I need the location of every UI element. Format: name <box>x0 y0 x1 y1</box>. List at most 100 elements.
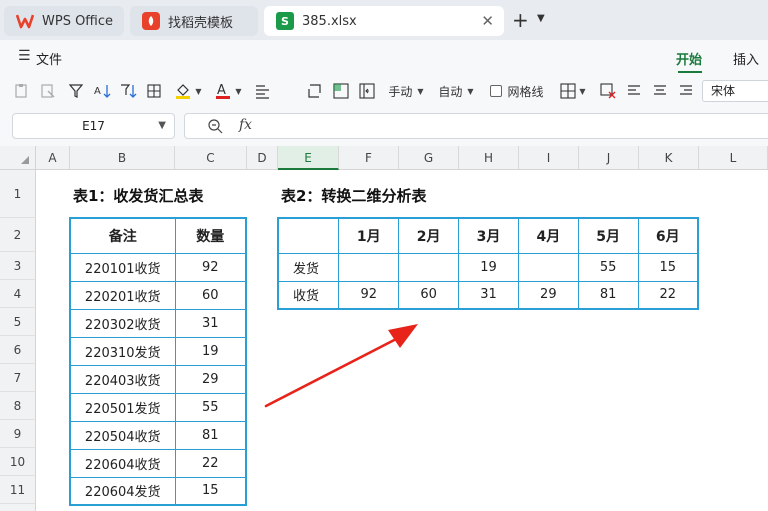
table2-cell[interactable]: 81 <box>577 280 639 310</box>
column-header-c[interactable]: C <box>175 146 247 170</box>
table1-cell[interactable]: 220604发货 <box>69 476 176 506</box>
sort-filter-icon[interactable] <box>118 80 140 102</box>
column-header-l[interactable]: L <box>699 146 768 170</box>
table2-header-cell[interactable]: 6月 <box>637 217 699 254</box>
table-style-icon[interactable] <box>330 80 352 102</box>
chevron-down-icon[interactable]: ▼ <box>537 13 545 24</box>
row-header-7[interactable]: 7 <box>0 364 36 392</box>
select-all-corner[interactable] <box>0 146 36 170</box>
new-tab-plus-icon[interactable]: + <box>512 8 529 32</box>
formula-input[interactable]: fx <box>184 113 768 139</box>
table1-header-cell[interactable]: 备注 <box>69 217 176 254</box>
table2-header-cell[interactable]: 2月 <box>398 217 460 254</box>
table1-cell[interactable]: 220201收货 <box>69 280 176 310</box>
align-left-icon[interactable] <box>624 80 644 102</box>
table1-header-cell[interactable]: 数量 <box>174 217 247 254</box>
convert-icon[interactable] <box>304 80 326 102</box>
table1-cell[interactable]: 220604收货 <box>69 448 176 478</box>
tab-385-xlsx[interactable]: S 385.xlsx ✕ <box>264 6 504 36</box>
sort-ascending-icon[interactable]: A <box>92 80 114 102</box>
table2-header-cell[interactable]: 1月 <box>338 217 400 254</box>
menu-tab-insert[interactable]: 插入 <box>733 49 759 68</box>
borders-icon[interactable] <box>144 80 164 102</box>
freeze-panes-icon[interactable] <box>356 80 378 102</box>
table1-cell[interactable]: 22 <box>174 448 247 478</box>
menu-file[interactable]: 文件 <box>36 49 62 68</box>
table1-cell[interactable]: 81 <box>174 420 247 450</box>
name-box[interactable]: E17 ▼ <box>12 113 175 139</box>
column-header-g[interactable]: G <box>399 146 459 170</box>
table2-header-cell[interactable]: 4月 <box>517 217 579 254</box>
column-header-b[interactable]: B <box>70 146 175 170</box>
font-color-icon[interactable]: A ▼ <box>212 80 244 102</box>
tab-docer-templates[interactable]: 找稻壳模板 <box>130 6 258 36</box>
table1-cell[interactable]: 220101收货 <box>69 252 176 282</box>
row-header-6[interactable]: 6 <box>0 336 36 364</box>
table1-cell[interactable]: 29 <box>174 364 247 394</box>
column-header-e[interactable]: E <box>278 146 339 170</box>
table2-cell[interactable] <box>338 252 400 282</box>
table1-cell[interactable]: 220501发货 <box>69 392 176 422</box>
clear-format-icon[interactable] <box>598 80 618 102</box>
table2-cell[interactable]: 92 <box>338 280 400 310</box>
fill-color-icon[interactable]: ▼ <box>172 80 204 102</box>
table2-header-cell[interactable]: 3月 <box>458 217 519 254</box>
table1-cell[interactable]: 31 <box>174 308 247 338</box>
hamburger-menu-icon[interactable]: ☰ <box>18 48 31 64</box>
table2-row-label[interactable]: 发货 <box>277 252 340 282</box>
table1-cell[interactable]: 15 <box>174 476 247 506</box>
paste-values-icon[interactable] <box>12 80 32 102</box>
table2-cell[interactable]: 29 <box>517 280 579 310</box>
filter-icon[interactable] <box>66 80 86 102</box>
row-header-12-partial[interactable] <box>0 504 36 511</box>
close-tab-icon[interactable]: ✕ <box>481 12 494 30</box>
checkbox-unchecked[interactable] <box>490 85 503 97</box>
table2-title[interactable]: 表2：转换二维分析表 <box>281 185 426 206</box>
row-header-4[interactable]: 4 <box>0 280 36 308</box>
column-header-i[interactable]: I <box>519 146 579 170</box>
table2-cell[interactable]: 55 <box>577 252 639 282</box>
table1-cell[interactable]: 55 <box>174 392 247 422</box>
chevron-down-icon[interactable]: ▼ <box>158 114 166 138</box>
cell-format-icon[interactable]: ▼ <box>558 80 588 102</box>
table2-cell[interactable] <box>517 252 579 282</box>
table1-cell[interactable]: 60 <box>174 280 247 310</box>
table1-cell[interactable]: 220403收货 <box>69 364 176 394</box>
table1-cell[interactable]: 220504收货 <box>69 420 176 450</box>
manual-calc-dropdown[interactable]: 手动 ▼ <box>384 80 428 102</box>
table2-cell[interactable]: 22 <box>637 280 699 310</box>
font-family-select[interactable]: 宋体 <box>702 80 768 102</box>
gridlines-checkbox[interactable]: 网格线 <box>487 80 547 102</box>
align-right-icon[interactable] <box>676 80 696 102</box>
table2-cell[interactable]: 60 <box>398 280 460 310</box>
column-header-d[interactable]: D <box>247 146 278 170</box>
column-header-f[interactable]: F <box>339 146 399 170</box>
table2-cell[interactable]: 31 <box>458 280 519 310</box>
table2-cell[interactable]: 19 <box>458 252 519 282</box>
table1-cell[interactable]: 19 <box>174 336 247 366</box>
fx-function-icon[interactable]: fx <box>239 117 252 133</box>
menu-tab-start[interactable]: 开始 <box>676 49 702 68</box>
row-header-5[interactable]: 5 <box>0 308 36 336</box>
zoom-search-icon[interactable] <box>207 118 223 137</box>
row-header-1[interactable]: 1 <box>0 170 36 218</box>
align-center-icon[interactable] <box>650 80 670 102</box>
table2-cell[interactable]: 15 <box>637 252 699 282</box>
format-painter-icon[interactable] <box>38 80 58 102</box>
table2-cell[interactable] <box>398 252 460 282</box>
column-header-h[interactable]: H <box>459 146 519 170</box>
row-header-10[interactable]: 10 <box>0 448 36 476</box>
table2-header-cell[interactable] <box>277 217 340 254</box>
tab-wps-office[interactable]: WPS Office <box>4 6 124 36</box>
row-header-2[interactable]: 2 <box>0 218 36 252</box>
column-header-j[interactable]: J <box>579 146 639 170</box>
auto-calc-dropdown[interactable]: 自动 ▼ <box>434 80 478 102</box>
row-header-9[interactable]: 9 <box>0 420 36 448</box>
table2-header-cell[interactable]: 5月 <box>577 217 639 254</box>
row-header-8[interactable]: 8 <box>0 392 36 420</box>
table2-row-label[interactable]: 收货 <box>277 280 340 310</box>
table1-cell[interactable]: 92 <box>174 252 247 282</box>
table1-title[interactable]: 表1：收发货汇总表 <box>73 185 203 206</box>
table1-cell[interactable]: 220302收货 <box>69 308 176 338</box>
align-justify-icon[interactable] <box>252 80 274 102</box>
